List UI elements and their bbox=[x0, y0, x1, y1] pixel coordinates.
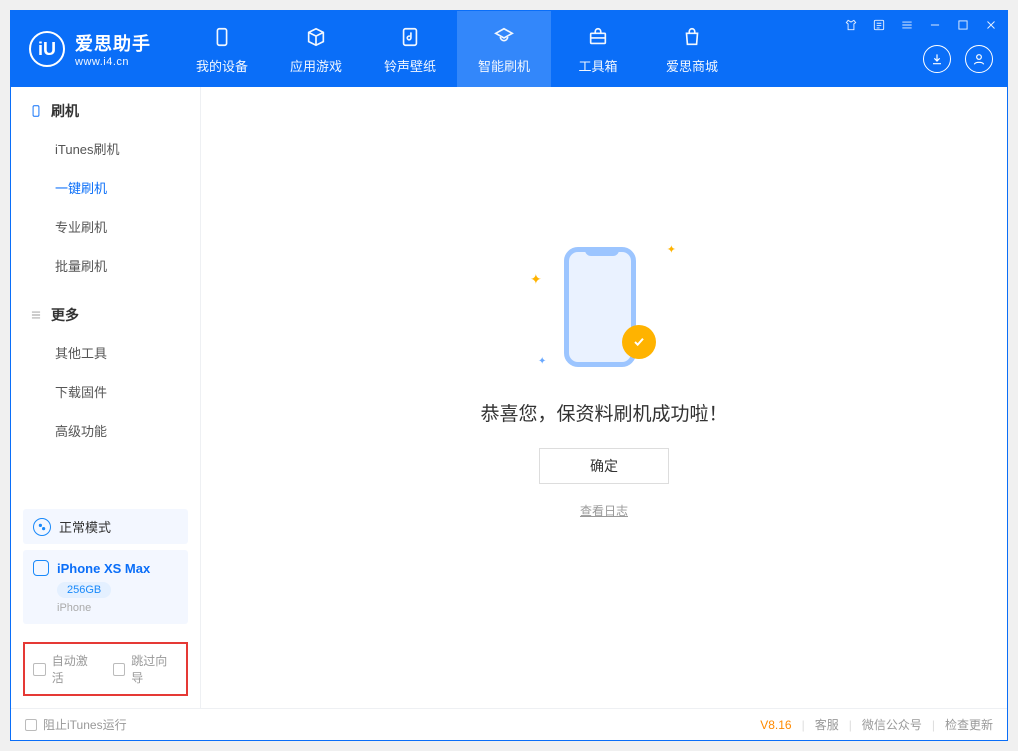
close-icon[interactable] bbox=[983, 17, 999, 33]
cube-icon bbox=[303, 24, 329, 50]
user-icon[interactable] bbox=[965, 45, 993, 73]
footer-link-support[interactable]: 客服 bbox=[815, 716, 839, 733]
version-label: V8.16 bbox=[760, 718, 791, 732]
device-subtype: iPhone bbox=[57, 602, 178, 614]
sidebar-item-1-2[interactable]: 高级功能 bbox=[11, 411, 200, 450]
list-icon[interactable] bbox=[871, 17, 887, 33]
tab-label: 智能刷机 bbox=[478, 56, 530, 75]
main-tabs: 我的设备 应用游戏 铃声壁纸 智能刷机 工具箱 爱思商城 bbox=[175, 11, 739, 87]
download-icon[interactable] bbox=[923, 45, 951, 73]
main-content: ✦ ✦ ✦ 恭喜您，保资料刷机成功啦！ 确定 查看日志 bbox=[201, 87, 1007, 708]
tab-music[interactable]: 铃声壁纸 bbox=[363, 11, 457, 87]
tab-label: 应用游戏 bbox=[290, 56, 342, 75]
success-headline: 恭喜您，保资料刷机成功啦！ bbox=[480, 399, 727, 426]
sidebar-item-1-1[interactable]: 下载固件 bbox=[11, 372, 200, 411]
body: 刷机iTunes刷机一键刷机专业刷机批量刷机更多其他工具下载固件高级功能 正常模… bbox=[11, 87, 1007, 708]
sidebar-item-1-0[interactable]: 其他工具 bbox=[11, 333, 200, 372]
device-name: iPhone XS Max bbox=[57, 561, 150, 576]
app-url: www.i4.cn bbox=[75, 56, 151, 68]
device-panel[interactable]: iPhone XS Max 256GB iPhone bbox=[23, 550, 188, 624]
footer-link-wechat[interactable]: 微信公众号 bbox=[862, 716, 922, 733]
device-icon bbox=[209, 24, 235, 50]
check-badge-icon bbox=[622, 325, 656, 359]
device-capacity: 256GB bbox=[57, 582, 111, 598]
footer-link-update[interactable]: 检查更新 bbox=[945, 716, 993, 733]
mode-label: 正常模式 bbox=[59, 517, 111, 536]
shirt-icon[interactable] bbox=[843, 17, 859, 33]
tab-label: 铃声壁纸 bbox=[384, 56, 436, 75]
music-icon bbox=[397, 24, 423, 50]
maximize-icon[interactable] bbox=[955, 17, 971, 33]
sidebar-item-0-1[interactable]: 一键刷机 bbox=[11, 168, 200, 207]
skip-guide-checkbox[interactable]: 跳过向导 bbox=[113, 652, 179, 686]
app-window: iU 爱思助手 www.i4.cn 我的设备 应用游戏 铃声壁纸 智能刷机 工具箱 爱思商… bbox=[10, 10, 1008, 741]
section-head-0: 刷机 bbox=[11, 101, 200, 129]
refresh-icon bbox=[491, 24, 517, 50]
app-name: 爱思助手 bbox=[75, 30, 151, 56]
tab-refresh[interactable]: 智能刷机 bbox=[457, 11, 551, 87]
app-logo: iU 爱思助手 www.i4.cn bbox=[11, 30, 169, 68]
menu-icon[interactable] bbox=[899, 17, 915, 33]
logo-icon: iU bbox=[29, 31, 65, 67]
sparkle-icon: ✦ bbox=[538, 356, 546, 367]
device-mode[interactable]: 正常模式 bbox=[23, 509, 188, 544]
mode-icon bbox=[33, 518, 51, 536]
success-illustration: ✦ ✦ ✦ bbox=[534, 237, 674, 377]
tab-cube[interactable]: 应用游戏 bbox=[269, 11, 363, 87]
options-highlight: 自动激活 跳过向导 bbox=[23, 642, 188, 696]
block-itunes-checkbox[interactable]: 阻止iTunes运行 bbox=[25, 716, 127, 733]
tab-toolbox[interactable]: 工具箱 bbox=[551, 11, 645, 87]
sidebar-item-0-3[interactable]: 批量刷机 bbox=[11, 246, 200, 285]
tab-label: 爱思商城 bbox=[666, 56, 718, 75]
tab-label: 工具箱 bbox=[578, 56, 617, 75]
sidebar: 刷机iTunes刷机一键刷机专业刷机批量刷机更多其他工具下载固件高级功能 正常模… bbox=[11, 87, 201, 708]
sparkle-icon: ✦ bbox=[530, 271, 542, 288]
toolbox-icon bbox=[585, 24, 611, 50]
ok-button[interactable]: 确定 bbox=[539, 448, 669, 484]
sidebar-item-0-2[interactable]: 专业刷机 bbox=[11, 207, 200, 246]
sidebar-item-0-0[interactable]: iTunes刷机 bbox=[11, 129, 200, 168]
view-log-link[interactable]: 查看日志 bbox=[580, 502, 628, 519]
shop-icon bbox=[679, 24, 705, 50]
section-head-1: 更多 bbox=[11, 305, 200, 333]
tab-device[interactable]: 我的设备 bbox=[175, 11, 269, 87]
titlebar: iU 爱思助手 www.i4.cn 我的设备 应用游戏 铃声壁纸 智能刷机 工具箱 爱思商… bbox=[11, 11, 1007, 87]
window-controls bbox=[843, 17, 999, 33]
header-actions bbox=[923, 45, 993, 73]
footer: 阻止iTunes运行 V8.16 | 客服 | 微信公众号 | 检查更新 bbox=[11, 708, 1007, 740]
device-icon bbox=[33, 560, 49, 576]
auto-activate-checkbox[interactable]: 自动激活 bbox=[33, 652, 99, 686]
tab-shop[interactable]: 爱思商城 bbox=[645, 11, 739, 87]
sparkle-icon: ✦ bbox=[667, 243, 676, 256]
minimize-icon[interactable] bbox=[927, 17, 943, 33]
tab-label: 我的设备 bbox=[196, 56, 248, 75]
